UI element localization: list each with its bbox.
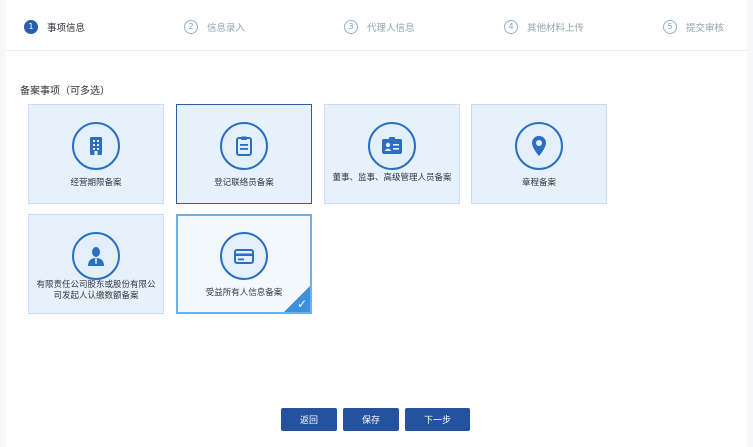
next-step-button[interactable]: 下一步 bbox=[405, 408, 470, 431]
step-number: 4 bbox=[504, 20, 518, 34]
save-button[interactable]: 保存 bbox=[343, 408, 399, 431]
card-label: 登记联络员备案 bbox=[214, 178, 274, 188]
location-pin-icon bbox=[515, 122, 563, 170]
step-number: 5 bbox=[663, 20, 677, 34]
step-3[interactable]: 3 代理人信息 bbox=[344, 19, 415, 35]
step-progress-bar: 1 事项信息 2 信息录入 3 代理人信息 4 其他材料上传 5 提交审核 bbox=[6, 0, 747, 51]
card-label: 有限责任公司股东或股份有限公司发起人认缴数额备案 bbox=[36, 280, 156, 301]
main-panel: 1 事项信息 2 信息录入 3 代理人信息 4 其他材料上传 5 提交审核 备案… bbox=[6, 0, 747, 447]
card-liaison[interactable]: 登记联络员备案 bbox=[176, 104, 312, 204]
card-articles[interactable]: 章程备案 bbox=[471, 104, 607, 204]
step-4[interactable]: 4 其他材料上传 bbox=[504, 19, 584, 35]
section-title: 备案事项（可多选） bbox=[20, 86, 110, 97]
step-number: 1 bbox=[24, 20, 38, 34]
step-label: 提交审核 bbox=[686, 23, 725, 34]
step-1[interactable]: 1 事项信息 bbox=[24, 19, 85, 35]
checkmark-icon: ✓ bbox=[296, 297, 307, 311]
step-label: 代理人信息 bbox=[367, 23, 415, 34]
step-number: 2 bbox=[184, 20, 198, 34]
card-label: 董事、监事、高级管理人员备案 bbox=[332, 173, 452, 183]
card-directors[interactable]: 董事、监事、高级管理人员备案 bbox=[324, 104, 460, 204]
step-label: 其他材料上传 bbox=[527, 23, 585, 34]
step-2[interactable]: 2 信息录入 bbox=[184, 19, 245, 35]
step-number: 3 bbox=[344, 20, 358, 34]
building-icon bbox=[72, 122, 120, 170]
step-label: 信息录入 bbox=[207, 23, 246, 34]
id-card-icon bbox=[368, 122, 416, 170]
back-button[interactable]: 返回 bbox=[281, 408, 337, 431]
clipboard-icon bbox=[220, 122, 268, 170]
card-label: 章程备案 bbox=[521, 178, 556, 188]
person-icon bbox=[72, 232, 120, 280]
card-label: 经营期限备案 bbox=[70, 178, 122, 188]
card-shareholders[interactable]: 有限责任公司股东或股份有限公司发起人认缴数额备案 bbox=[28, 214, 164, 314]
card-icon bbox=[220, 232, 268, 280]
card-operating-period[interactable]: 经营期限备案 bbox=[28, 104, 164, 204]
step-5[interactable]: 5 提交审核 bbox=[663, 19, 724, 35]
step-label: 事项信息 bbox=[47, 23, 86, 34]
card-beneficial-owner[interactable]: 受益所有人信息备案 ✓ bbox=[176, 214, 312, 314]
